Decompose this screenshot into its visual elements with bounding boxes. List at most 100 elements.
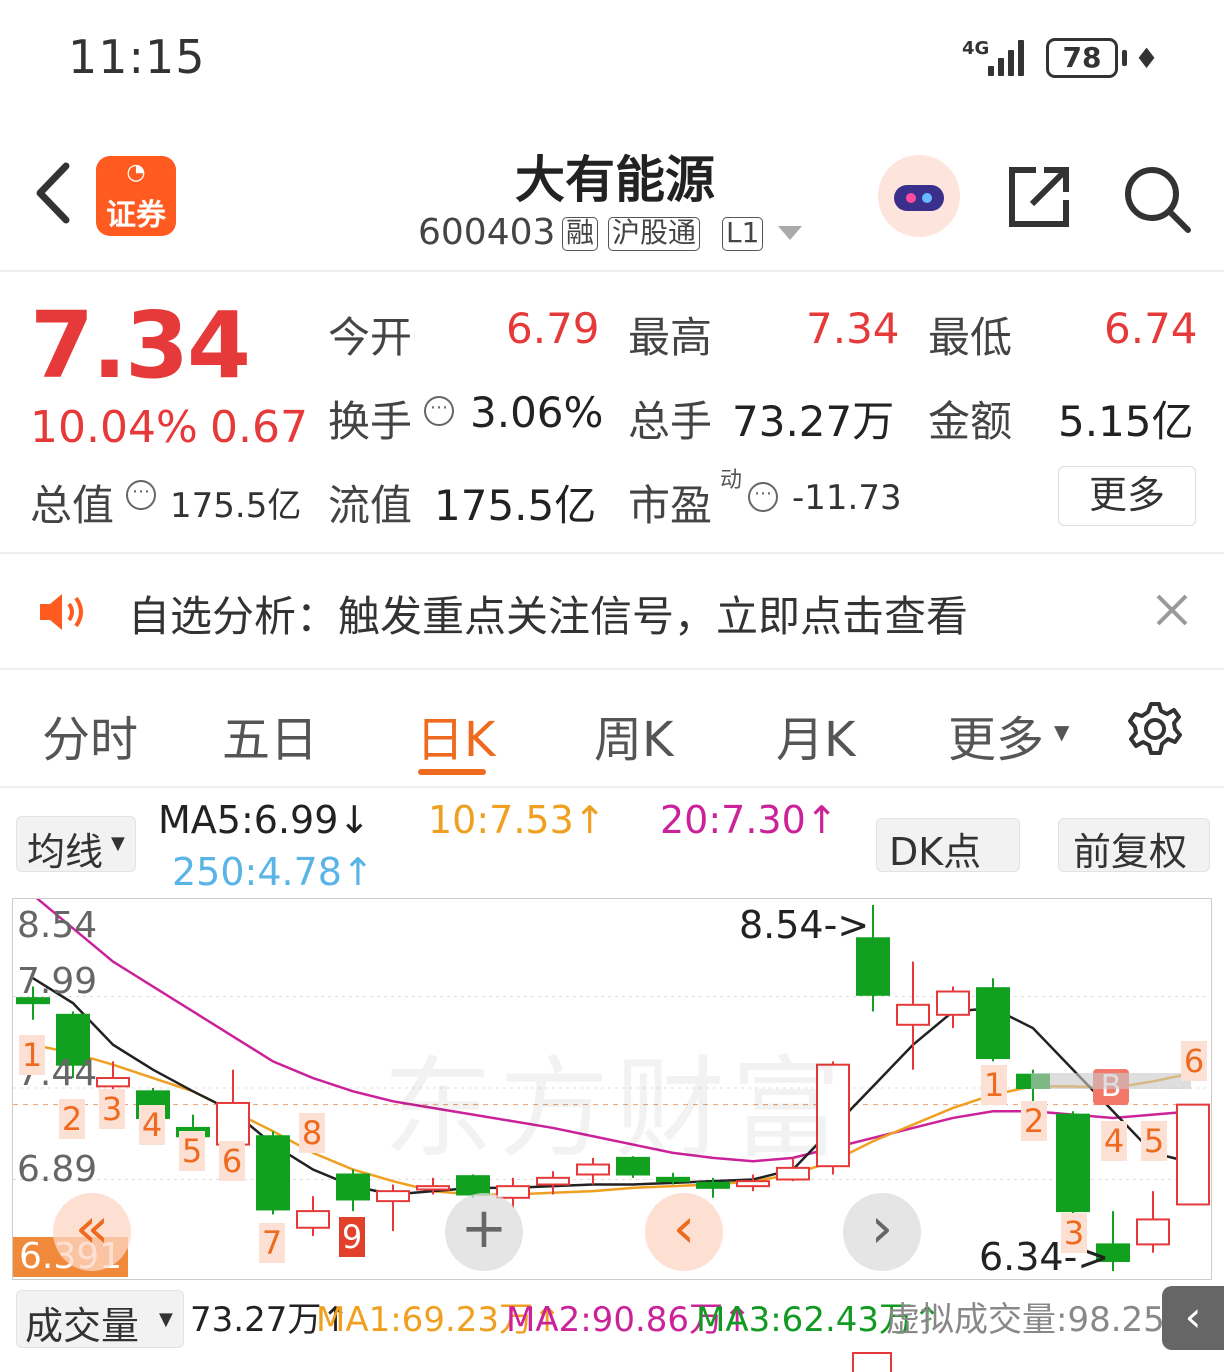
high-label: 最高: [628, 313, 713, 362]
low-label: 最低: [928, 313, 1013, 362]
share-icon[interactable]: [1006, 164, 1074, 230]
volume-selector-label: 成交量: [25, 1304, 140, 1348]
stock-name: 大有能源: [515, 151, 715, 209]
battery-tip: [1122, 50, 1127, 66]
tab-five-day[interactable]: 五日: [222, 700, 318, 770]
price-band: [1031, 1073, 1191, 1089]
tag-connect: 沪股通: [608, 217, 701, 251]
stock-code: 600403: [418, 212, 556, 253]
tab-weekly-k[interactable]: 周K: [594, 700, 673, 770]
tab-monthly-k[interactable]: 月K: [776, 700, 855, 770]
seq-left-8: 8: [299, 1113, 325, 1153]
candle-body: [736, 1180, 770, 1188]
speaker-icon: [36, 590, 90, 634]
candle-9: [336, 1169, 370, 1212]
candle-body: [416, 1185, 450, 1191]
network-indicator: 4G: [962, 38, 990, 59]
candle-body: [256, 1135, 290, 1211]
candle-body: [336, 1173, 370, 1201]
candle-body: [96, 1077, 130, 1088]
change-percent: 10.04%: [30, 402, 198, 453]
seq-left-5: 5: [179, 1131, 205, 1171]
scroll-left-button[interactable]: ‹: [645, 1193, 723, 1271]
turnover-info-icon[interactable]: ⋯: [424, 396, 454, 426]
seq-left-9: 9: [339, 1217, 365, 1257]
app-logo[interactable]: ◔ 证券: [96, 156, 176, 236]
candle-29: [1136, 1191, 1170, 1253]
seq-right-3: 3: [1061, 1213, 1087, 1253]
open-label: 今开: [328, 313, 413, 362]
seq-left-3: 3: [99, 1089, 125, 1129]
watermark: 东方财富: [383, 1045, 847, 1173]
candle-body: [896, 1003, 930, 1026]
assistant-avatar-icon[interactable]: [878, 155, 960, 237]
search-icon[interactable]: [1122, 164, 1192, 234]
volume-bar-peek: [852, 1352, 892, 1372]
notice-text[interactable]: 自选分析：触发重点关注信号，立即点击查看: [128, 583, 968, 644]
candle-23: [896, 961, 930, 1070]
pe-label: 市盈: [628, 481, 713, 530]
dropdown-icon[interactable]: [778, 226, 802, 240]
volume-label: 总手: [628, 397, 713, 446]
seq-left-1: 1: [19, 1035, 45, 1075]
candle-8: [296, 1196, 330, 1237]
pe-info-icon[interactable]: ⋯: [748, 482, 778, 512]
ma-selector-label: 均线: [27, 830, 104, 874]
signal-icon: [988, 40, 1034, 76]
candle-body: [976, 987, 1010, 1060]
seq-right-5: 5: [1141, 1121, 1167, 1161]
adjust-label: 前复权: [1073, 830, 1188, 874]
back-icon[interactable]: [30, 158, 80, 228]
candle-7: [256, 1131, 290, 1215]
dk-label: DK点: [889, 830, 982, 874]
scroll-left-fast-button[interactable]: «: [53, 1193, 131, 1271]
seq-left-7: 7: [259, 1223, 285, 1263]
collapse-panel-button[interactable]: ‹: [1162, 1286, 1224, 1350]
charging-icon: ♦: [1134, 42, 1160, 75]
dk-button[interactable]: DK点: [876, 818, 1020, 874]
float-label: 流值: [328, 481, 413, 530]
ma-selector-caret-icon: ▼: [111, 833, 125, 854]
tag-level: L1: [722, 217, 764, 251]
tab-daily-k[interactable]: 日K: [416, 700, 495, 770]
y-label-2: 7.99: [17, 961, 98, 1002]
quote-divider: [0, 552, 1224, 554]
ma5-value: MA5:6.99↓: [158, 798, 371, 842]
notice-divider: [0, 668, 1224, 670]
candle-body: [216, 1101, 250, 1146]
candle-body: [1136, 1218, 1170, 1246]
scroll-right-button[interactable]: ›: [843, 1193, 921, 1271]
candle-body: [1176, 1103, 1210, 1206]
logo-mark-icon: ◔: [126, 160, 146, 185]
candle-27: [1056, 1111, 1090, 1215]
tag-margin: 融: [562, 217, 599, 251]
kline-chart[interactable]: 东方财富 8.54 7.99 7.44 6.89 6.391 8.54-> 6.…: [12, 898, 1212, 1280]
seq-left-4: 4: [139, 1105, 165, 1145]
seq-right-2: 2: [1021, 1101, 1047, 1141]
header-divider: [0, 270, 1224, 272]
open-value: 6.79: [506, 304, 600, 353]
seq-right-6: 6: [1181, 1041, 1207, 1081]
tab-more[interactable]: 更多: [948, 700, 1044, 770]
mcap-label: 总值: [30, 481, 115, 530]
candle-body: [1056, 1113, 1090, 1213]
more-quote-button[interactable]: 更多: [1058, 466, 1196, 526]
settings-icon[interactable]: [1126, 700, 1184, 758]
close-icon[interactable]: [1152, 590, 1192, 630]
amount-value: 5.15亿: [1058, 397, 1194, 446]
high-marker: 8.54->: [739, 903, 870, 947]
ma-selector[interactable]: 均线 ▼: [16, 816, 136, 874]
change-amount: 0.67: [210, 402, 308, 453]
candle-body: [376, 1190, 410, 1203]
mcap-value: 175.5亿: [170, 486, 302, 526]
tab-more-caret-icon: ▼: [1054, 720, 1070, 744]
adjust-button[interactable]: 前复权: [1058, 818, 1210, 874]
active-tab-indicator: [418, 769, 486, 775]
turnover-label: 换手: [328, 397, 413, 446]
virtual-volume: 虚拟成交量:98.25万: [886, 1300, 1199, 1340]
tab-intraday[interactable]: 分时: [42, 700, 138, 770]
zoom-in-button[interactable]: +: [445, 1193, 523, 1271]
seq-right-1: 1: [981, 1065, 1007, 1105]
volume-selector[interactable]: 成交量 ▼: [16, 1290, 184, 1348]
mcap-info-icon[interactable]: ⋯: [126, 480, 156, 510]
